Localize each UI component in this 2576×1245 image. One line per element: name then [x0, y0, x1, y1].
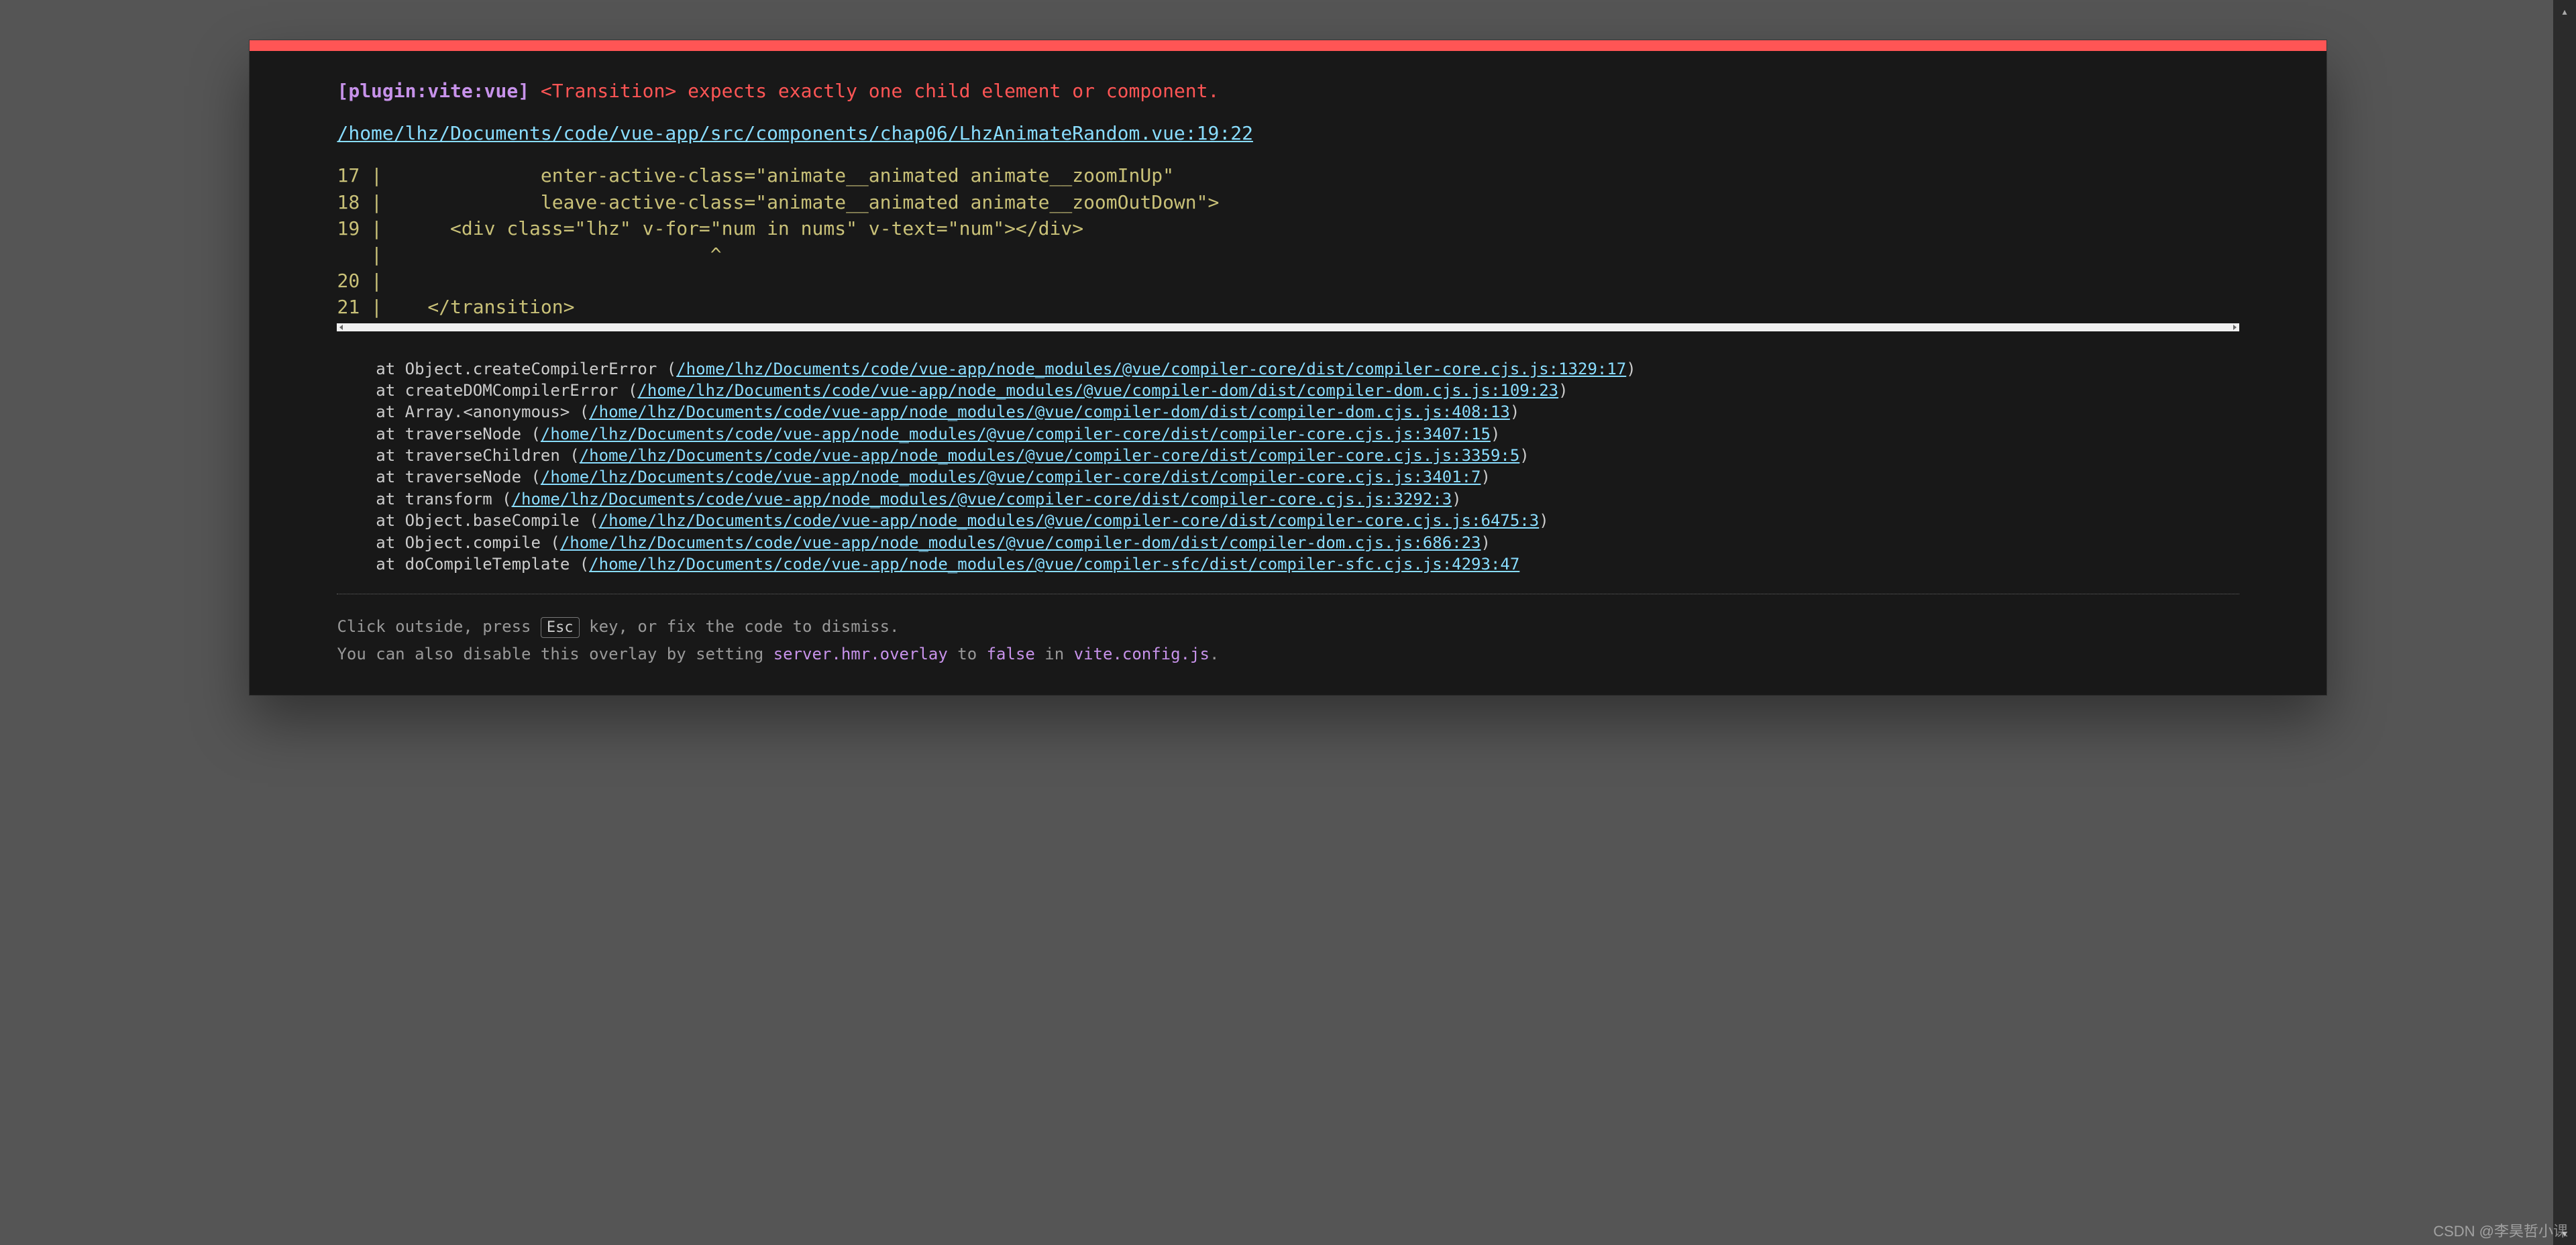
scroll-up-icon[interactable]: ▴ [2553, 0, 2576, 23]
stack-frame: at Array.<anonymous> (/home/lhz/Document… [337, 401, 2239, 423]
esc-key: Esc [541, 617, 580, 638]
stack-link[interactable]: /home/lhz/Documents/code/vue-app/node_mo… [589, 555, 1519, 574]
config-key: server.hmr.overlay [773, 645, 948, 663]
stack-at: at transform ( [337, 490, 511, 508]
vite-error-overlay: [plugin:vite:vue] <Transition> expects e… [250, 40, 2326, 695]
tip-text: to [948, 645, 987, 663]
tip-text: in [1035, 645, 1074, 663]
stack-tail: ) [1519, 446, 1529, 465]
stack-frame: at Object.createCompilerError (/home/lhz… [337, 358, 2239, 380]
horizontal-scrollbar[interactable] [337, 323, 2239, 331]
tip-text: . [1210, 645, 1219, 663]
dismiss-tip: Click outside, press Esc key, or fix the… [337, 613, 2239, 668]
stack-at: at traverseChildren ( [337, 446, 579, 465]
error-text: <Transition> expects exactly one child e… [541, 80, 1219, 102]
overlay-body: [plugin:vite:vue] <Transition> expects e… [250, 51, 2326, 695]
stack-link[interactable]: /home/lhz/Documents/code/vue-app/node_mo… [541, 425, 1491, 443]
stack-link[interactable]: /home/lhz/Documents/code/vue-app/node_mo… [512, 490, 1452, 508]
stack-frame: at createDOMCompilerError (/home/lhz/Doc… [337, 380, 2239, 401]
stack-link[interactable]: /home/lhz/Documents/code/vue-app/node_mo… [599, 511, 1540, 530]
stack-at: at Array.<anonymous> ( [337, 402, 589, 421]
stack-trace: at Object.createCompilerError (/home/lhz… [337, 358, 2239, 595]
stack-link[interactable]: /home/lhz/Documents/code/vue-app/node_mo… [676, 360, 1626, 378]
stack-frame: at transform (/home/lhz/Documents/code/v… [337, 488, 2239, 510]
tip-text: You can also disable this overlay by set… [337, 645, 773, 663]
error-file-row: /home/lhz/Documents/code/vue-app/src/com… [337, 120, 2239, 146]
stack-at: at createDOMCompilerError ( [337, 381, 637, 400]
stack-frame: at Object.baseCompile (/home/lhz/Documen… [337, 510, 2239, 531]
stack-tail: ) [1510, 402, 1519, 421]
stack-tail: ) [1452, 490, 1461, 508]
plugin-tag: [plugin:vite:vue] [337, 80, 529, 102]
stack-tail: ) [1558, 381, 1568, 400]
stack-link[interactable]: /home/lhz/Documents/code/vue-app/node_mo… [589, 402, 1510, 421]
config-value: false [987, 645, 1035, 663]
stack-at: at Object.compile ( [337, 533, 559, 552]
stack-frame: at doCompileTemplate (/home/lhz/Document… [337, 553, 2239, 575]
stack-link[interactable]: /home/lhz/Documents/code/vue-app/node_mo… [580, 446, 1520, 465]
stack-at: at traverseNode ( [337, 468, 540, 486]
stack-frame: at traverseNode (/home/lhz/Documents/cod… [337, 423, 2239, 445]
error-file-link[interactable]: /home/lhz/Documents/code/vue-app/src/com… [337, 122, 1252, 144]
error-message: [plugin:vite:vue] <Transition> expects e… [337, 78, 2239, 104]
stack-link[interactable]: /home/lhz/Documents/code/vue-app/node_mo… [560, 533, 1481, 552]
stack-tail: ) [1481, 533, 1491, 552]
watermark: CSDN @李昊哲小课 [2433, 1220, 2568, 1241]
code-frame: 17 | enter-active-class="animate__animat… [337, 162, 2239, 320]
config-file: vite.config.js [1074, 645, 1210, 663]
stack-frame: at traverseChildren (/home/lhz/Documents… [337, 445, 2239, 466]
browser-scrollbar[interactable]: ▴ ▾ [2553, 0, 2576, 1245]
tip-text: Click outside, press [337, 617, 540, 636]
stack-at: at traverseNode ( [337, 425, 540, 443]
stack-tail: ) [1539, 511, 1548, 530]
stack-tail: ) [1491, 425, 1500, 443]
stack-tail: ) [1481, 468, 1491, 486]
stack-link[interactable]: /home/lhz/Documents/code/vue-app/node_mo… [637, 381, 1558, 400]
stack-frame: at Object.compile (/home/lhz/Documents/c… [337, 532, 2239, 553]
stack-at: at Object.baseCompile ( [337, 511, 598, 530]
stack-at: at Object.createCompilerError ( [337, 360, 676, 378]
stack-at: at doCompileTemplate ( [337, 555, 589, 574]
stack-link[interactable]: /home/lhz/Documents/code/vue-app/node_mo… [541, 468, 1481, 486]
stack-frame: at traverseNode (/home/lhz/Documents/cod… [337, 466, 2239, 488]
tip-text: key, or fix the code to dismiss. [580, 617, 900, 636]
stack-tail: ) [1626, 360, 1635, 378]
